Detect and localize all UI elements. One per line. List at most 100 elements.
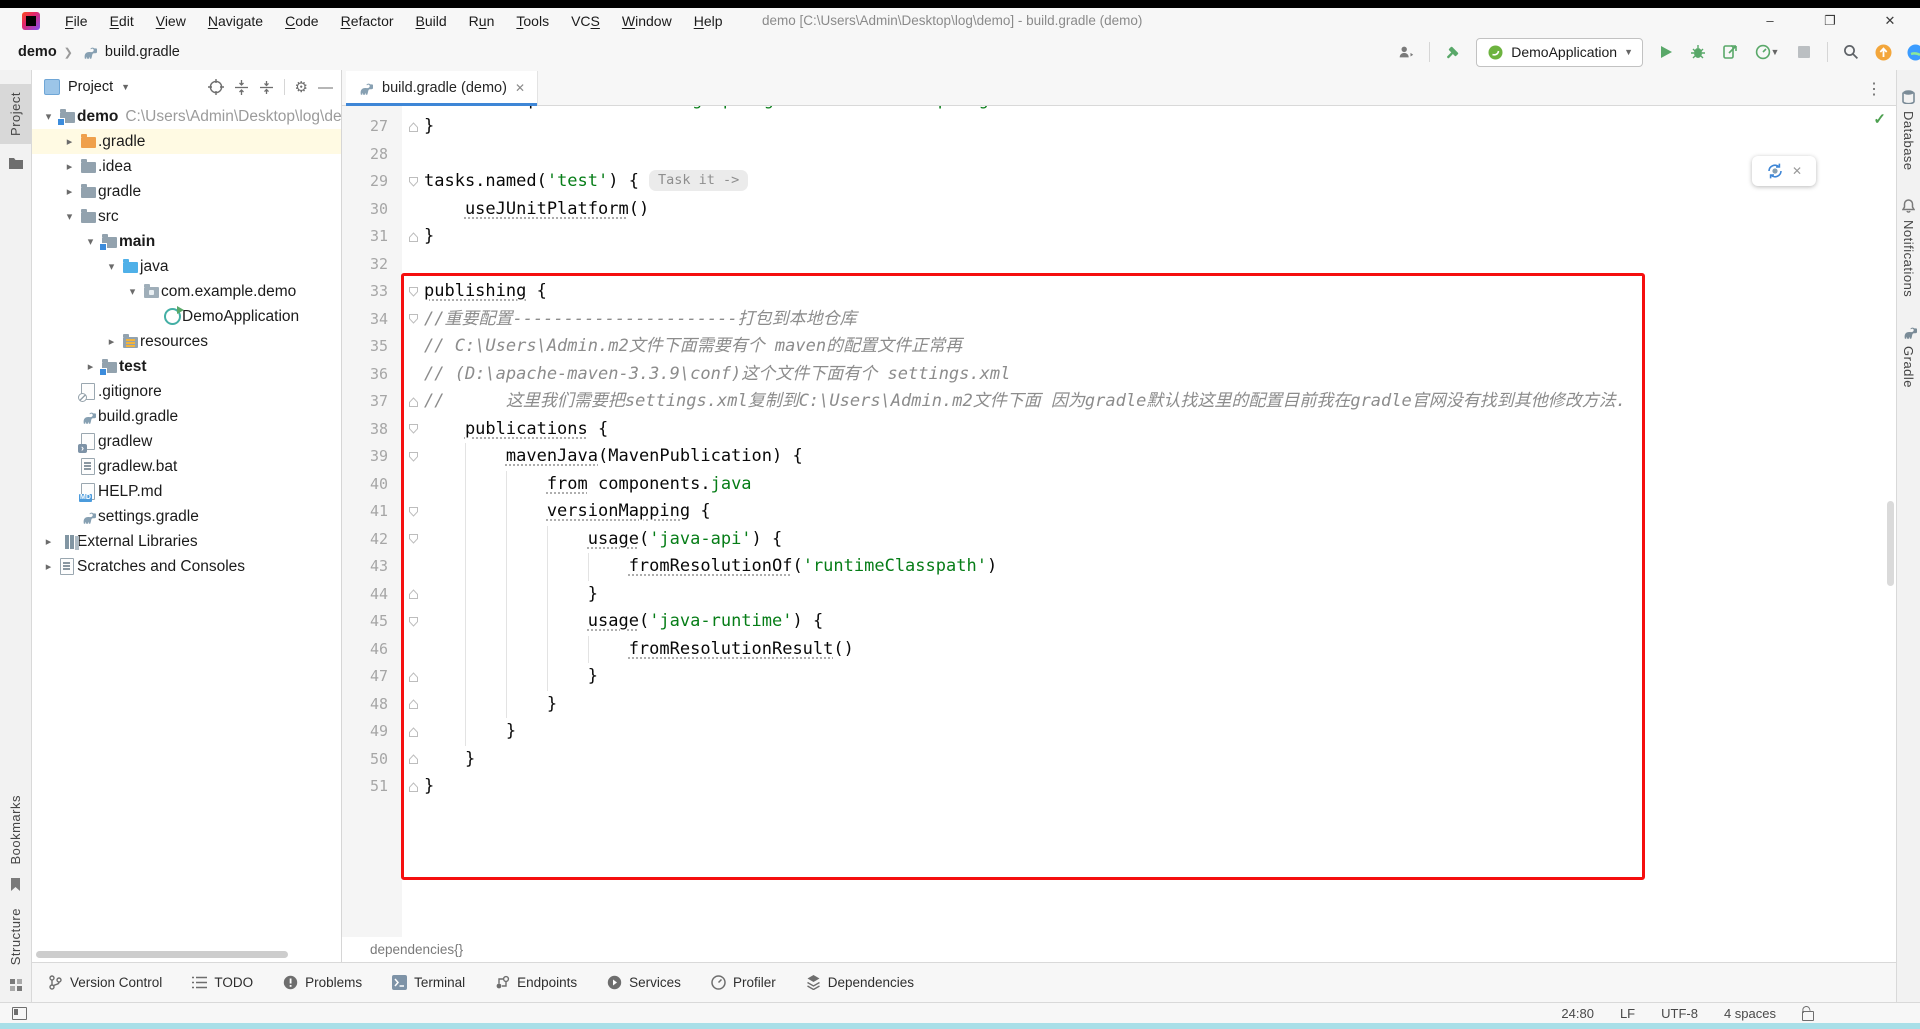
menu-tools[interactable]: Tools <box>505 8 560 34</box>
tree-chevron-icon[interactable]: ▸ <box>103 335 120 348</box>
code-line-46[interactable]: fromResolutionResult() <box>424 636 1896 664</box>
code-line-36[interactable]: // (D:\apache-maven-3.3.9\conf)这个文件下面有个 … <box>424 361 1896 389</box>
tree-item-main[interactable]: ▾main <box>32 229 341 254</box>
caret-position[interactable]: 24:80 <box>1561 1006 1594 1021</box>
tool-window-button-todo[interactable]: TODO <box>192 975 253 990</box>
tool-window-button-problems[interactable]: Problems <box>283 975 362 990</box>
stripe-tab-notifications[interactable]: Notifications <box>1901 215 1916 307</box>
code-line-35[interactable]: // C:\Users\Admin.m2文件下面需要有个 maven的配置文件正… <box>424 333 1896 361</box>
file-encoding[interactable]: UTF-8 <box>1661 1006 1698 1021</box>
fold-marker-icon[interactable] <box>402 663 424 691</box>
code-line-31[interactable]: } <box>424 223 1896 251</box>
tree-item-scratches-and-consoles[interactable]: ▸Scratches and Consoles <box>32 554 341 579</box>
menu-file[interactable]: File <box>54 8 99 34</box>
tree-chevron-icon[interactable]: ▸ <box>61 160 78 173</box>
structure-icon[interactable] <box>7 976 25 994</box>
hide-panel-icon[interactable]: — <box>318 79 333 96</box>
tool-window-button-terminal[interactable]: Terminal <box>392 975 465 990</box>
readonly-lock-icon[interactable] <box>1802 1011 1814 1021</box>
expand-all-icon[interactable] <box>234 80 249 95</box>
tree-item-help-md[interactable]: HELP.md <box>32 479 341 504</box>
fold-marker-icon[interactable] <box>402 718 424 746</box>
tree-item-gitignore[interactable]: .gitignore <box>32 379 341 404</box>
stripe-tab-project[interactable]: Project <box>0 84 31 144</box>
code-line-34[interactable]: //重要配置----------------------打包到本地仓库 <box>424 306 1896 334</box>
menu-window[interactable]: Window <box>611 8 683 34</box>
tree-item-test[interactable]: ▸test <box>32 354 341 379</box>
tree-item-java[interactable]: ▾java <box>32 254 341 279</box>
tree-item-build-gradle[interactable]: build.gradle <box>32 404 341 429</box>
tree-chevron-icon[interactable]: ▾ <box>82 235 99 248</box>
stripe-tab-structure[interactable]: Structure <box>8 894 23 976</box>
tree-item-src[interactable]: ▾src <box>32 204 341 229</box>
minimize-button[interactable]: – <box>1740 8 1800 34</box>
fold-marker-icon[interactable] <box>402 113 424 141</box>
ide-updates-icon[interactable] <box>1906 43 1920 61</box>
code-line-30[interactable]: useJUnitPlatform() <box>424 196 1896 224</box>
horizontal-scrollbar[interactable] <box>36 951 288 958</box>
gradle-elephant-icon[interactable] <box>1900 323 1918 341</box>
editor-tab-build-gradle[interactable]: build.gradle (demo) ✕ <box>346 71 538 105</box>
profiler-button[interactable]: ▼ <box>1753 43 1781 61</box>
maximize-button[interactable]: ❐ <box>1800 8 1860 34</box>
menu-run[interactable]: Run <box>458 8 506 34</box>
editor-scrollbar[interactable] <box>1887 501 1894 586</box>
breadcrumb-project[interactable]: demo <box>18 44 57 60</box>
tree-chevron-icon[interactable]: ▸ <box>61 135 78 148</box>
code-line-32[interactable] <box>424 251 1896 279</box>
code-line-41[interactable]: versionMapping { <box>424 498 1896 526</box>
tree-item-external-libraries[interactable]: ▸External Libraries <box>32 529 341 554</box>
menu-vcs[interactable]: VCS <box>560 8 611 34</box>
search-everywhere-icon[interactable] <box>1842 43 1860 61</box>
code-with-me-icon[interactable] <box>1397 43 1415 61</box>
code-line-42[interactable]: usage('java-api') { <box>424 526 1896 554</box>
tree-item-settings-gradle[interactable]: settings.gradle <box>32 504 341 529</box>
tool-window-button-profiler[interactable]: Profiler <box>711 975 776 990</box>
fold-marker-icon[interactable] <box>402 306 424 334</box>
code-line-45[interactable]: usage('java-runtime') { <box>424 608 1896 636</box>
tree-chevron-icon[interactable]: ▾ <box>103 260 120 273</box>
tree-chevron-icon[interactable]: ▸ <box>82 360 99 373</box>
code-line-28[interactable] <box>424 141 1896 169</box>
stripe-tab-gradle[interactable]: Gradle <box>1901 341 1916 398</box>
tool-window-switcher-icon[interactable] <box>12 1007 27 1020</box>
code-line-48[interactable]: } <box>424 691 1896 719</box>
inspection-ok-icon[interactable]: ✓ <box>1873 110 1886 128</box>
build-hammer-icon[interactable] <box>1444 43 1462 61</box>
tool-window-button-dependencies[interactable]: Dependencies <box>806 975 914 990</box>
fold-marker-icon[interactable] <box>402 168 424 196</box>
collapse-all-icon[interactable] <box>259 80 274 95</box>
stripe-tab-bookmarks[interactable]: Bookmarks <box>8 789 23 876</box>
tree-item-com-example-demo[interactable]: ▾com.example.demo <box>32 279 341 304</box>
code-line-49[interactable]: } <box>424 718 1896 746</box>
settings-gear-icon[interactable]: ⚙ <box>295 78 308 96</box>
code-line-47[interactable]: } <box>424 663 1896 691</box>
notifications-bell-icon[interactable] <box>1900 197 1918 215</box>
breadcrumb-file[interactable]: build.gradle <box>105 44 180 60</box>
fold-marker-icon[interactable] <box>402 223 424 251</box>
project-view-title[interactable]: Project <box>68 79 113 95</box>
dismiss-popup-icon[interactable]: ✕ <box>1792 164 1802 178</box>
code-line-37[interactable]: // 这里我们需要把settings.xml复制到C:\Users\Admin.… <box>424 388 1896 416</box>
fold-marker-icon[interactable] <box>402 498 424 526</box>
run-button[interactable] <box>1657 43 1675 61</box>
stop-button[interactable] <box>1795 43 1813 61</box>
tree-item-demoapplication[interactable]: DemoApplication <box>32 304 341 329</box>
code-line-43[interactable]: fromResolutionOf('runtimeClasspath') <box>424 553 1896 581</box>
fold-marker-icon[interactable] <box>402 773 424 801</box>
code-line-39[interactable]: mavenJava(MavenPublication) { <box>424 443 1896 471</box>
menu-refactor[interactable]: Refactor <box>330 8 405 34</box>
tab-close-icon[interactable]: ✕ <box>515 81 525 95</box>
load-gradle-changes-popup[interactable]: ✕ <box>1752 156 1816 186</box>
tree-item-demo[interactable]: ▾demoC:\Users\Admin\Desktop\log\demo <box>32 104 341 129</box>
bookmark-icon[interactable] <box>7 876 25 894</box>
tree-item-gradlew[interactable]: gradlew <box>32 429 341 454</box>
code-line-33[interactable]: publishing { <box>424 278 1896 306</box>
tool-window-button-version-control[interactable]: Version Control <box>48 975 162 990</box>
tree-chevron-icon[interactable]: ▸ <box>40 560 57 573</box>
fold-marker-icon[interactable] <box>402 581 424 609</box>
editor-body[interactable]: 2728293031323334353637383940414243444546… <box>342 106 1896 937</box>
locate-file-icon[interactable] <box>208 79 224 95</box>
code-line-40[interactable]: from components.java <box>424 471 1896 499</box>
code-line-29[interactable]: tasks.named('test') {Task it -> <box>424 168 1896 196</box>
